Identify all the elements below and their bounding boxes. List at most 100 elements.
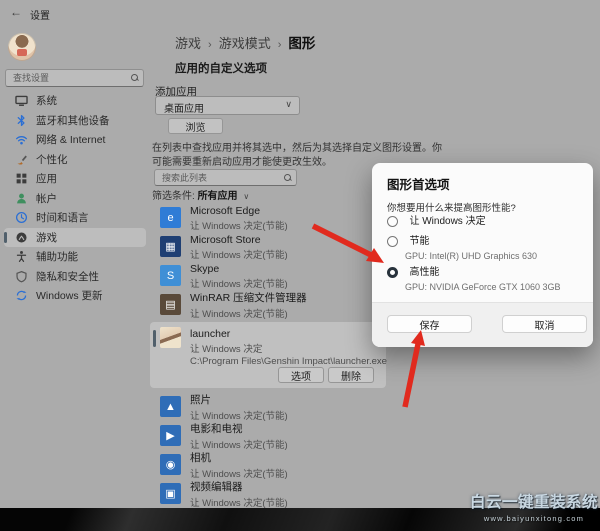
app-gpu-preference: 让 Windows 决定(节能): [190, 247, 288, 261]
winrar-icon: ▤: [160, 294, 181, 315]
radio-button-icon[interactable]: [387, 236, 398, 247]
launcher-icon: [160, 327, 181, 348]
bluetooth-icon: [15, 114, 28, 127]
app-gpu-preference: 让 Windows 决定(节能): [190, 218, 288, 232]
radio-option[interactable]: 节能 GPU: Intel(R) UHD Graphics 630: [387, 233, 582, 261]
app-type-dropdown[interactable]: 桌面应用 ∨: [155, 96, 300, 115]
graphics-preference-dialog: 图形首选项 你想要用什么来提高图形性能? 让 Windows 决定 节能 GPU…: [372, 163, 593, 347]
radio-button-icon[interactable]: [387, 216, 398, 227]
app-row[interactable]: ▦ Microsoft Store 让 Windows 决定(节能): [150, 232, 400, 261]
movies-tv-icon: ▶: [160, 425, 181, 446]
settings-search-input[interactable]: [11, 71, 125, 85]
sidebar-item-privacy[interactable]: 隐私和安全性: [4, 267, 146, 287]
sidebar-item-windows-update[interactable]: Windows 更新: [4, 286, 146, 306]
back-button[interactable]: ←: [10, 5, 22, 19]
app-name: Microsoft Store: [190, 234, 288, 246]
settings-window: ← 设置 系统 蓝牙和其他设备 网络 & Internet 个性化 应用 帐户 …: [0, 0, 600, 531]
app-name: 视频编辑器: [190, 479, 288, 494]
radio-label: 高性能: [409, 265, 439, 281]
sidebar-item-label: 蓝牙和其他设备: [36, 113, 110, 128]
sidebar-item-label: 网络 & Internet: [36, 132, 105, 147]
avatar[interactable]: [8, 33, 36, 61]
app-name: 电影和电视: [190, 421, 288, 436]
dialog-footer: 保存 取消: [372, 302, 593, 347]
sidebar-item-label: Windows 更新: [36, 288, 103, 303]
breadcrumb-separator: ›: [278, 39, 282, 51]
sidebar-item-gaming[interactable]: 游戏: [4, 228, 146, 248]
sidebar-item-label: 应用: [36, 171, 57, 186]
video-editor-icon: ▣: [160, 483, 181, 504]
taskbar: [0, 508, 600, 531]
search-icon: [131, 74, 138, 81]
skype-icon: S: [160, 265, 181, 286]
sidebar-item-label: 个性化: [36, 152, 68, 167]
sidebar-item-accessibility[interactable]: 辅助功能: [4, 247, 146, 267]
app-name: 照片: [190, 392, 288, 407]
dialog-question: 你想要用什么来提高图形性能?: [387, 200, 516, 214]
list-search-input[interactable]: [160, 171, 274, 185]
breadcrumb-game-mode[interactable]: 游戏模式: [219, 36, 271, 51]
window-title: 设置: [30, 7, 50, 22]
gaming-icon: [15, 231, 28, 244]
breadcrumb-separator: ›: [208, 39, 212, 51]
app-row[interactable]: ▤ WinRAR 压缩文件管理器 让 Windows 决定(节能): [150, 290, 400, 319]
system-icon: [15, 94, 28, 107]
sidebar-nav: 系统 蓝牙和其他设备 网络 & Internet 个性化 应用 帐户 时间和语言…: [0, 91, 150, 306]
apps-icon: [15, 172, 28, 185]
radio-option[interactable]: 高性能 GPU: NVIDIA GeForce GTX 1060 3GB: [387, 264, 582, 292]
app-row[interactable]: launcher 让 Windows 决定 C:\Program Files\G…: [150, 322, 386, 388]
app-row[interactable]: ▣ 视频编辑器 让 Windows 决定(节能): [150, 479, 400, 508]
dialog-title: 图形首选项: [387, 174, 450, 193]
app-row[interactable]: ◉ 相机 让 Windows 决定(节能): [150, 450, 400, 479]
browse-button[interactable]: 浏览: [168, 118, 223, 134]
edge-icon: e: [160, 207, 181, 228]
cancel-button[interactable]: 取消: [502, 315, 587, 333]
list-search[interactable]: [154, 169, 297, 186]
search-icon: [284, 174, 291, 181]
windows-update-icon: [15, 289, 28, 302]
network-icon: [15, 133, 28, 146]
dialog-options: 让 Windows 决定 节能 GPU: Intel(R) UHD Graphi…: [387, 213, 582, 295]
selected-indicator: [153, 330, 156, 347]
app-row[interactable]: e Microsoft Edge 让 Windows 决定(节能): [150, 203, 400, 232]
app-name: 相机: [190, 450, 288, 465]
sidebar-item-bluetooth[interactable]: 蓝牙和其他设备: [4, 111, 146, 131]
app-gpu-preference: 让 Windows 决定: [190, 341, 387, 355]
app-path: C:\Program Files\Genshin Impact\launcher…: [190, 356, 387, 367]
save-button[interactable]: 保存: [387, 315, 472, 333]
filter-row[interactable]: 筛选条件: 所有应用 ∨: [152, 187, 249, 202]
remove-button[interactable]: 删除: [328, 367, 374, 383]
sidebar-item-apps[interactable]: 应用: [4, 169, 146, 189]
sidebar-item-label: 帐户: [36, 191, 57, 206]
app-gpu-preference: 让 Windows 决定(节能): [190, 495, 288, 509]
options-button[interactable]: 选项: [278, 367, 324, 383]
photos-icon: ▲: [160, 396, 181, 417]
radio-option[interactable]: 让 Windows 决定: [387, 213, 582, 231]
app-row[interactable]: ▲ 照片 让 Windows 决定(节能): [150, 392, 400, 421]
accounts-icon: [15, 192, 28, 205]
filter-value: 所有应用: [198, 191, 238, 202]
sidebar-item-time-language[interactable]: 时间和语言: [4, 208, 146, 228]
sidebar-item-personalization[interactable]: 个性化: [4, 150, 146, 170]
settings-search[interactable]: [5, 69, 144, 87]
time-language-icon: [15, 211, 28, 224]
accessibility-icon: [15, 250, 28, 263]
radio-button-icon[interactable]: [387, 267, 398, 278]
breadcrumb-gaming[interactable]: 游戏: [175, 36, 201, 51]
page-title: 图形: [288, 36, 315, 51]
app-gpu-preference: 让 Windows 决定(节能): [190, 306, 307, 320]
sidebar-item-network[interactable]: 网络 & Internet: [4, 130, 146, 150]
sidebar-item-label: 隐私和安全性: [36, 269, 99, 284]
personalization-icon: [15, 153, 28, 166]
camera-icon: ◉: [160, 454, 181, 475]
gpu-name: GPU: Intel(R) UHD Graphics 630: [405, 251, 582, 261]
app-gpu-preference: 让 Windows 决定(节能): [190, 276, 288, 290]
radio-label: 节能: [409, 234, 429, 250]
sidebar-item-accounts[interactable]: 帐户: [4, 189, 146, 209]
app-row[interactable]: S Skype 让 Windows 决定(节能): [150, 261, 400, 290]
app-row[interactable]: ▶ 电影和电视 让 Windows 决定(节能): [150, 421, 400, 450]
sidebar-item-system[interactable]: 系统: [4, 91, 146, 111]
app-list: e Microsoft Edge 让 Windows 决定(节能) ▦ Micr…: [150, 203, 400, 508]
store-icon: ▦: [160, 236, 181, 257]
app-name: launcher: [190, 328, 387, 340]
